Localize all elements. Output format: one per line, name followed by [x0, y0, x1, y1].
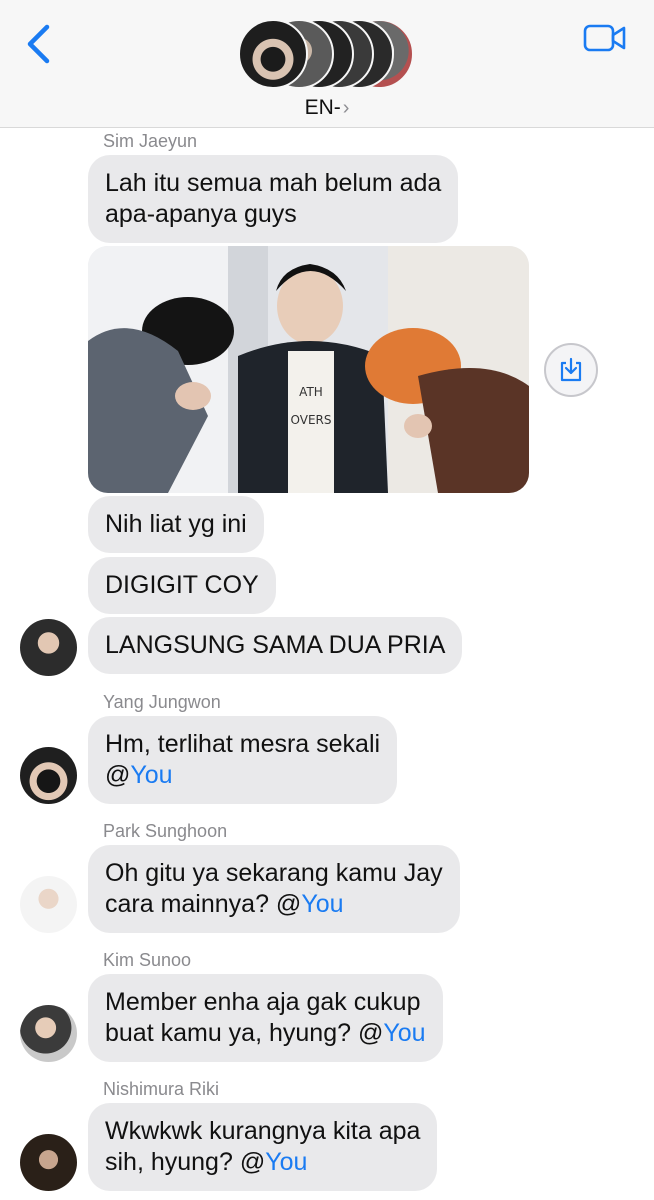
message-text: LANGSUNG SAMA DUA PRIA: [105, 631, 446, 659]
sender-name: Sim Jaeyun: [103, 131, 198, 151]
avatar-park-sunghoon[interactable]: [20, 876, 77, 933]
group-avatar-stack[interactable]: [238, 19, 418, 89]
message-text-line: cara mainnya? @You: [105, 889, 443, 920]
mention-you[interactable]: You: [301, 890, 343, 918]
avatar-yang-jungwon[interactable]: [20, 747, 77, 804]
sender-name: Kim Sunoo: [103, 950, 192, 970]
mention-you[interactable]: You: [265, 1148, 307, 1176]
svg-text:ATH: ATH: [299, 385, 323, 399]
photo-image: ATH OVERS: [88, 246, 529, 493]
video-call-button[interactable]: [580, 20, 630, 56]
mention-you[interactable]: You: [130, 761, 172, 789]
message-text: @: [105, 761, 131, 789]
avatar-sim-jaeyun[interactable]: [20, 619, 77, 676]
chevron-right-icon: ›: [342, 97, 350, 119]
download-icon: [560, 357, 582, 382]
group-member-avatar: [238, 19, 308, 89]
group-name-button[interactable]: EN- ›: [0, 96, 654, 120]
save-photo-button[interactable]: [544, 343, 598, 397]
avatar-kim-sunoo[interactable]: [20, 1005, 77, 1062]
message-photo[interactable]: ATH OVERS: [88, 246, 529, 493]
mention-you[interactable]: You: [383, 1019, 425, 1047]
message-text: Lah itu semua mah belum ada: [105, 169, 442, 197]
sender-name: Nishimura Riki: [103, 1079, 220, 1099]
message-text: Wkwkwk kurangnya kita apa: [105, 1117, 421, 1145]
message-bubble[interactable]: Oh gitu ya sekarang kamu Jay cara mainny…: [88, 845, 460, 933]
message-text: Oh gitu ya sekarang kamu Jay: [105, 859, 443, 887]
message-text: DIGIGIT COY: [105, 571, 259, 599]
message-text: apa-apanya guys: [105, 200, 297, 228]
message-bubble[interactable]: DIGIGIT COY: [88, 557, 276, 614]
chevron-left-icon: [27, 24, 50, 64]
sender-name: Park Sunghoon: [103, 821, 228, 841]
video-camera-icon: [583, 24, 626, 52]
conversation-header: EN- ›: [0, 0, 654, 128]
group-name: EN-: [304, 96, 341, 119]
message-text: buat kamu ya, hyung? @: [105, 1019, 384, 1047]
back-button[interactable]: [20, 22, 56, 66]
avatar-nishimura-riki[interactable]: [20, 1134, 77, 1191]
message-bubble[interactable]: Lah itu semua mah belum ada apa-apanya g…: [88, 155, 459, 243]
message-text-line: buat kamu ya, hyung? @You: [105, 1018, 426, 1049]
svg-text:OVERS: OVERS: [291, 413, 332, 427]
message-text: Member enha aja gak cukup: [105, 988, 421, 1016]
message-bubble[interactable]: Nih liat yg ini: [88, 496, 264, 553]
message-text: sih, hyung? @: [105, 1148, 266, 1176]
message-bubble[interactable]: LANGSUNG SAMA DUA PRIA: [88, 617, 463, 674]
message-bubble[interactable]: Hm, terlihat mesra sekali @You: [88, 716, 398, 804]
message-text: cara mainnya? @: [105, 890, 302, 918]
message-bubble[interactable]: Member enha aja gak cukup buat kamu ya, …: [88, 974, 443, 1062]
messages-app: EN- › Sim Jaeyun Lah itu semua mah belum …: [0, 0, 654, 1200]
message-text: Nih liat yg ini: [105, 510, 247, 538]
message-bubble[interactable]: Wkwkwk kurangnya kita apa sih, hyung? @Y…: [88, 1103, 438, 1191]
sender-name: Yang Jungwon: [103, 692, 221, 712]
message-text-line: @You: [105, 760, 380, 791]
message-text-line: sih, hyung? @You: [105, 1147, 420, 1178]
message-text: Hm, terlihat mesra sekali: [105, 730, 381, 758]
